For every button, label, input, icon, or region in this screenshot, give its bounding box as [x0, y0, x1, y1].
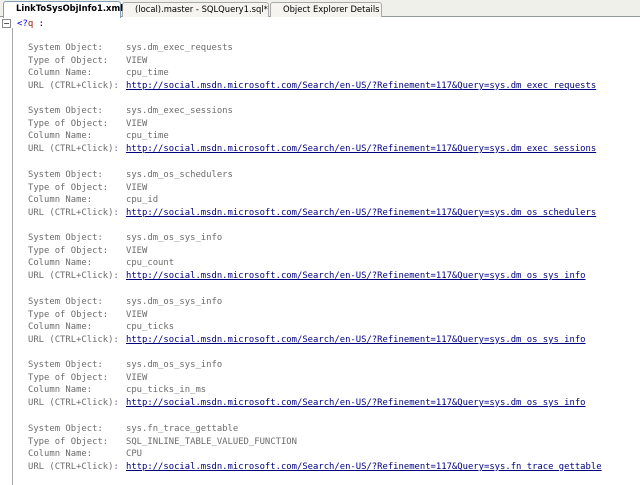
url-label: URL (CTRL+Click): [28, 80, 119, 91]
type-of-object-label: Type of Object: [28, 309, 109, 320]
system-object-label: System Object: [28, 233, 103, 243]
msdn-search-link[interactable]: http://social.msdn.microsoft.com/Search/… [126, 207, 596, 220]
system-object-value: sys.dm_os_sys_info [126, 360, 223, 370]
column-name-label: Column Name: [28, 68, 93, 79]
system-object-label: System Object: [28, 106, 103, 116]
type-of-object-label: Type of Object: [28, 55, 109, 66]
system-object-label: System Object: [28, 297, 103, 307]
object-type-value: SQL_INLINE_TABLE_VALUED_FUNCTION [126, 436, 297, 447]
processing-instruction: <?q : [17, 18, 44, 30]
object-type-value: VIEW [126, 182, 148, 193]
system-object-label: System Object: [28, 360, 103, 370]
system-object-value: sys.dm_exec_sessions [126, 106, 233, 116]
column-name-value: cpu_ticks [126, 322, 175, 333]
column-name-label: Column Name: [28, 195, 93, 206]
url-label: URL (CTRL+Click): [28, 397, 119, 408]
msdn-search-link[interactable]: http://social.msdn.microsoft.com/Search/… [126, 397, 586, 410]
pi-open: <? [17, 19, 28, 29]
object-type-value: VIEW [126, 118, 148, 129]
msdn-search-link[interactable]: http://social.msdn.microsoft.com/Search/… [126, 334, 586, 347]
url-label: URL (CTRL+Click): [28, 207, 119, 218]
tab-sqlquery1-sql[interactable]: (local).master - SQLQuery1.sql* [122, 2, 269, 17]
pi-rest: : [33, 19, 45, 29]
type-of-object-label: Type of Object: [28, 118, 109, 129]
column-name-value: cpu_time [126, 68, 169, 79]
document-tab-bar: LinkToSysObjInfo1.xml (local).master - S… [0, 0, 640, 18]
column-name-label: Column Name: [28, 258, 93, 269]
column-name-value: cpu_id [126, 195, 159, 206]
msdn-search-link[interactable]: http://social.msdn.microsoft.com/Search/… [126, 143, 596, 156]
system-object-label: System Object: [28, 424, 103, 434]
url-label: URL (CTRL+Click): [28, 334, 119, 345]
url-label: URL (CTRL+Click): [28, 461, 119, 472]
tab-object-explorer-details[interactable]: Object Explorer Details [270, 2, 382, 17]
system-object-value: sys.dm_os_sys_info [126, 297, 223, 307]
system-object-value: sys.dm_os_schedulers [126, 170, 233, 180]
outline-margin-line [12, 28, 13, 485]
type-of-object-label: Type of Object: [28, 372, 109, 383]
type-of-object-label: Type of Object: [28, 245, 109, 256]
system-object-value: sys.dm_exec_requests [126, 43, 233, 53]
column-name-value: cpu_ticks_in_ms [126, 385, 207, 396]
system-object-label: System Object: [28, 170, 103, 180]
object-type-value: VIEW [126, 55, 148, 66]
url-label: URL (CTRL+Click): [28, 270, 119, 281]
type-of-object-label: Type of Object: [28, 436, 109, 447]
object-type-value: VIEW [126, 372, 148, 383]
column-name-value: cpu_time [126, 131, 169, 142]
system-object-value: sys.dm_os_sys_info [126, 233, 223, 243]
collapse-toggle-icon[interactable]: − [2, 19, 11, 28]
system-object-value: sys.fn_trace_gettable [126, 424, 239, 434]
column-name-label: Column Name: [28, 322, 93, 333]
column-name-label: Column Name: [28, 131, 93, 142]
msdn-search-link[interactable]: http://social.msdn.microsoft.com/Search/… [126, 80, 596, 93]
msdn-search-link[interactable]: http://social.msdn.microsoft.com/Search/… [126, 270, 586, 283]
url-label: URL (CTRL+Click): [28, 143, 119, 154]
tab-linktosysobjinfo1-xml[interactable]: LinkToSysObjInfo1.xml [3, 1, 123, 18]
column-name-value: cpu_count [126, 258, 175, 269]
xml-editor[interactable]: − <?q : System Object: sys.dm_exec_reques… [0, 17, 640, 485]
column-name-label: Column Name: [28, 385, 93, 396]
msdn-search-link[interactable]: http://social.msdn.microsoft.com/Search/… [126, 461, 602, 474]
system-object-label: System Object: [28, 43, 103, 53]
column-name-value: CPU [126, 449, 143, 460]
type-of-object-label: Type of Object: [28, 182, 109, 193]
object-type-value: VIEW [126, 309, 148, 320]
column-name-label: Column Name: [28, 449, 93, 460]
object-type-value: VIEW [126, 245, 148, 256]
